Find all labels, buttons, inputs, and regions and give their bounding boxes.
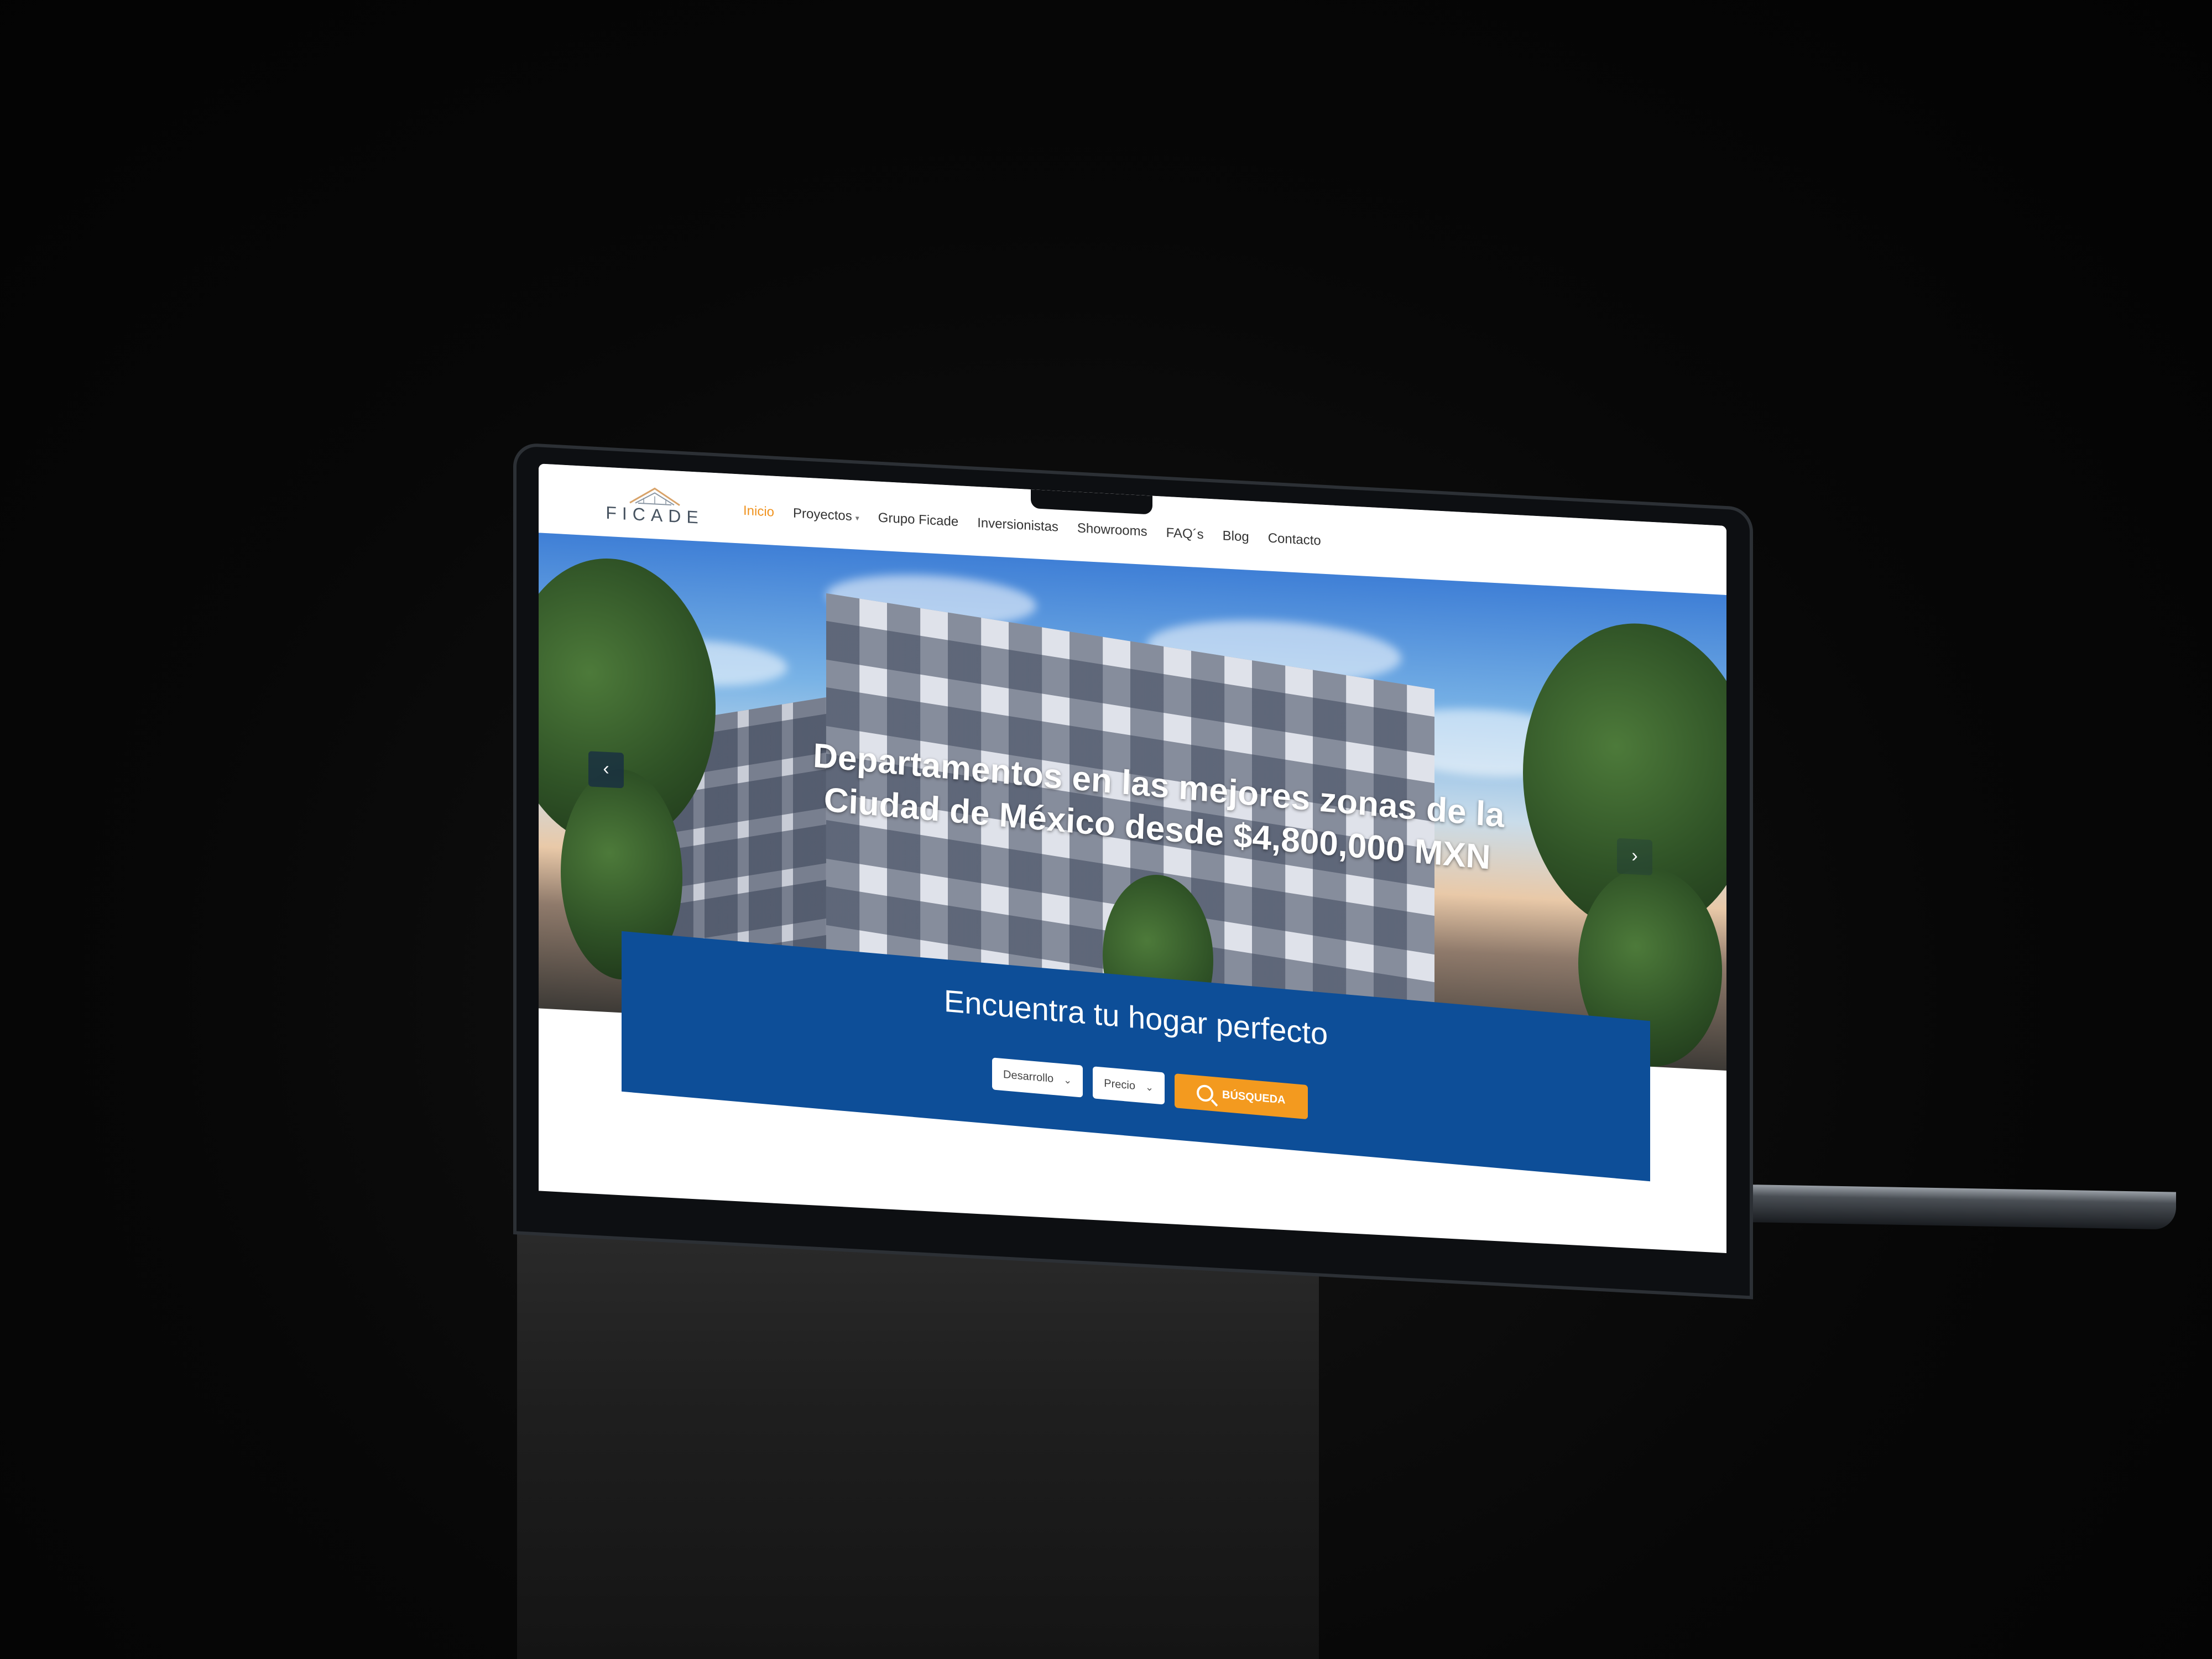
nav-item-inversionistas[interactable]: Inversionistas <box>977 515 1058 535</box>
nav-item-inicio[interactable]: Inicio <box>743 503 774 520</box>
logo[interactable]: FICADE <box>605 479 705 529</box>
development-select[interactable]: Desarrollo ⌄ <box>992 1057 1083 1098</box>
search-button-label: BÚSQUEDA <box>1222 1088 1286 1107</box>
search-button[interactable]: BÚSQUEDA <box>1175 1073 1308 1120</box>
nav-item-showrooms[interactable]: Showrooms <box>1077 520 1147 540</box>
browser-viewport: FICADE Inicio Proyectos ▾ Grupo Ficade In… <box>539 463 1726 1253</box>
search-icon <box>1197 1084 1214 1103</box>
search-controls: Desarrollo ⌄ Precio ⌄ BÚSQUEDA <box>992 1057 1308 1120</box>
nav-item-blog[interactable]: Blog <box>1223 528 1249 545</box>
laptop-mockup: FICADE Inicio Proyectos ▾ Grupo Ficade In… <box>0 0 2212 1659</box>
nav-item-grupo-ficade[interactable]: Grupo Ficade <box>878 510 958 530</box>
price-select[interactable]: Precio ⌄ <box>1093 1066 1165 1105</box>
nav-item-faqs[interactable]: FAQ´s <box>1166 525 1204 543</box>
chevron-down-icon: ▾ <box>855 513 859 523</box>
main-nav: Inicio Proyectos ▾ Grupo Ficade Inversion… <box>743 503 1321 549</box>
slider-prev-button[interactable]: ‹ <box>588 751 624 789</box>
chevron-left-icon: ‹ <box>603 758 609 780</box>
laptop-lid: FICADE Inicio Proyectos ▾ Grupo Ficade In… <box>513 442 1753 1300</box>
development-select-value: Desarrollo <box>1003 1068 1054 1085</box>
price-select-value: Precio <box>1104 1077 1135 1092</box>
nav-item-proyectos[interactable]: Proyectos ▾ <box>793 506 859 525</box>
slider-next-button[interactable]: › <box>1617 838 1652 875</box>
nav-item-contacto[interactable]: Contacto <box>1268 531 1321 549</box>
chevron-down-icon: ⌄ <box>1145 1081 1154 1093</box>
nav-item-label: Proyectos <box>793 505 852 524</box>
chevron-down-icon: ⌄ <box>1063 1074 1072 1086</box>
chevron-right-icon: › <box>1631 844 1638 867</box>
